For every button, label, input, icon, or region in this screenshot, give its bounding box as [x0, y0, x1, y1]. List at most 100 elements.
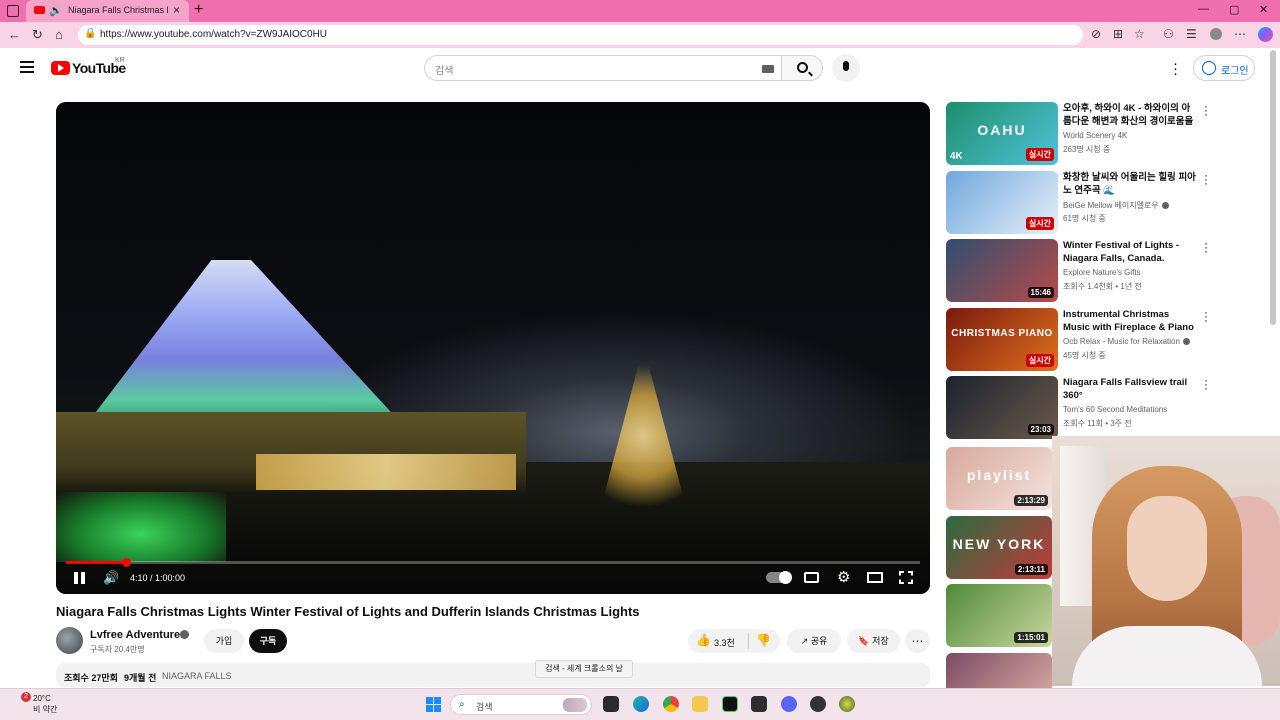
weather-description[interactable]: 비 약간 [33, 704, 57, 715]
extensions-icon[interactable]: ⚇ [1163, 27, 1174, 41]
recommendation-title[interactable]: Instrumental Christmas Music with Firepl… [1063, 308, 1197, 334]
scrubber-handle[interactable] [121, 558, 131, 567]
recommendation-item[interactable]: 23:03 Niagara Falls Fallsview trail 360° T… [946, 374, 1216, 440]
recommendation-channel[interactable]: Ocb Relax - Music for Relaxation [1063, 337, 1190, 346]
close-window-button[interactable]: ✕ [1259, 3, 1268, 16]
recommendation-thumbnail[interactable]: 15:46 [946, 239, 1058, 302]
webcam-overlay [1052, 436, 1280, 686]
search-input[interactable]: 검색 [424, 55, 782, 81]
recommendation-title[interactable]: Winter Festival of Lights - Niagara Fall… [1063, 239, 1197, 265]
channel-avatar[interactable] [56, 627, 83, 654]
youtube-logo-icon[interactable] [51, 61, 70, 75]
obs-app-icon[interactable] [810, 696, 826, 712]
hashtag-link[interactable]: NIAGARA FALLS [162, 671, 232, 681]
subtitles-icon[interactable] [804, 572, 819, 583]
recommendation-item[interactable]: OAHU 4K 실시간 오아후, 하와이 4K - 하와이의 아름다운 해변과 화산의… [946, 100, 1216, 166]
stack-app-icon[interactable] [751, 696, 767, 712]
recommendation-title[interactable]: Niagara Falls Fallsview trail 360° [1063, 376, 1197, 402]
theater-mode-icon[interactable] [867, 572, 883, 583]
search-button[interactable] [781, 55, 823, 81]
close-tab-icon[interactable]: × [173, 3, 180, 17]
recommendation-channel[interactable]: BeiGe Mellow 베이지멜로우 [1063, 200, 1169, 211]
join-button[interactable]: 가입 [204, 629, 244, 653]
recommendation-item[interactable]: 15:46 Winter Festival of Lights - Niagara… [946, 237, 1216, 303]
recommendation-item[interactable]: CHRISTMAS PIANO 실시간 Instrumental Christmas… [946, 306, 1216, 372]
keyboard-icon[interactable] [762, 65, 774, 73]
copilot-icon[interactable] [1258, 27, 1273, 42]
pause-icon[interactable] [74, 572, 86, 584]
recommendation-channel[interactable]: Explore Nature's Gifts [1063, 268, 1141, 277]
chrome-icon[interactable] [663, 696, 679, 712]
video-player[interactable]: 🔊 4:10 / 1:00:00 ⚙ [56, 102, 930, 594]
more-actions-button[interactable]: ⋯ [905, 629, 930, 653]
tab-actions-icon[interactable] [7, 5, 19, 17]
recommendation-thumbnail[interactable]: 23:03 [946, 376, 1058, 439]
url-text: https://www.youtube.com/watch?v=ZW9JAIOC… [100, 29, 328, 40]
channel-name[interactable]: Lvfree Adventures [90, 629, 186, 641]
address-bar[interactable]: 🔒 https://www.youtube.com/watch?v=ZW9JAI… [78, 25, 1083, 45]
weather-temperature[interactable]: 20°C [33, 694, 51, 703]
taskbar-search-input[interactable]: ⌕ 검색 [450, 694, 592, 715]
game-app-icon[interactable] [839, 696, 855, 712]
more-menu-icon[interactable]: ⋯ [1234, 27, 1246, 41]
recommendation-thumbnail[interactable]: 실시간 [946, 171, 1058, 234]
recommendation-item[interactable]: NEW YORK 2:13:11 [946, 516, 1052, 580]
recommendation-channel[interactable]: Tom's 60 Second Meditations [1063, 405, 1167, 414]
gear-icon[interactable]: ⚙ [837, 568, 850, 588]
terminal-app-icon[interactable] [722, 696, 738, 712]
recommendation-item[interactable]: playlist 2:13:29 [946, 447, 1052, 511]
progress-bar[interactable] [66, 561, 920, 564]
browser-tab[interactable]: 🔊 Niagara Falls Christmas Lights × [26, 0, 189, 22]
recommendation-title[interactable]: 오아후, 하와이 4K - 하와이의 아름다운 해변과 화산의 경이로움을 ..… [1063, 102, 1197, 128]
recommendation-thumbnail[interactable]: OAHU 4K 실시간 [946, 102, 1058, 165]
volume-icon[interactable]: 🔊 [103, 570, 119, 590]
voice-search-button[interactable] [832, 54, 860, 82]
recommendation-channel[interactable]: World Scenery 4K [1063, 131, 1127, 140]
settings-more-icon[interactable]: · · · [1173, 56, 1178, 81]
minimize-button[interactable]: — [1198, 3, 1209, 15]
task-view-icon[interactable] [603, 696, 619, 712]
login-button[interactable]: 로그인 [1193, 55, 1255, 81]
page-scrollbar[interactable] [1270, 50, 1276, 325]
recommendation-thumbnail[interactable]: CHRISTMAS PIANO 실시간 [946, 308, 1058, 371]
save-button[interactable]: 🔖 저장 [847, 629, 900, 653]
recommendation-more-icon[interactable]: · · · [1204, 306, 1208, 326]
subscribe-button[interactable]: 구독 [249, 629, 287, 653]
file-explorer-icon[interactable] [692, 696, 708, 712]
collections-icon[interactable]: ☰ [1186, 27, 1197, 41]
dislike-icon[interactable]: 👍 [756, 633, 771, 647]
favorite-star-icon[interactable]: ☆ [1134, 27, 1145, 41]
recommendation-more-icon[interactable]: · · · [1204, 374, 1208, 394]
autoplay-toggle[interactable] [766, 571, 792, 584]
speaker-icon[interactable]: 🔊 [49, 4, 63, 17]
back-arrow-icon[interactable]: ← [8, 27, 21, 42]
recommendation-thumbnail[interactable]: NEW YORK 2:13:11 [946, 516, 1052, 579]
discord-icon[interactable] [781, 696, 797, 712]
thumbnail-overlay-text: NEW YORK [952, 536, 1046, 552]
recommendation-thumbnail[interactable]: playlist 2:13:29 [946, 447, 1052, 510]
lock-icon[interactable]: 🔒 [84, 28, 96, 39]
new-tab-button[interactable]: + [194, 1, 203, 19]
profile-avatar[interactable] [1210, 28, 1222, 40]
tab-title: Niagara Falls Christmas Lights [68, 5, 168, 15]
edge-browser-icon[interactable] [633, 696, 649, 712]
weather-alert-badge[interactable]: 2 [21, 692, 31, 702]
recommendation-title[interactable]: 화창한 날씨와 어울리는 힐링 피아노 연주곡 🌊 [1063, 171, 1197, 197]
app-available-icon[interactable]: ⊞ [1113, 27, 1123, 41]
reload-icon[interactable]: ↻ [32, 27, 43, 43]
recommendation-thumbnail[interactable]: 1:15:01 [946, 584, 1052, 647]
home-icon[interactable]: ⌂ [55, 27, 63, 42]
translate-icon[interactable]: ⊘ [1091, 27, 1101, 41]
like-count[interactable]: 3.3천 [714, 636, 735, 649]
share-button[interactable]: ↗ 공유 [787, 629, 841, 653]
recommendation-item[interactable]: 1:15:01 [946, 584, 1052, 648]
description-box[interactable]: 조회수 27만회 9개월 전 NIAGARA FALLS [56, 663, 930, 687]
start-windows-icon[interactable] [426, 697, 441, 712]
like-icon[interactable]: 👍 [696, 633, 711, 647]
recommendation-more-icon[interactable]: · · · [1204, 169, 1208, 189]
recommendation-more-icon[interactable]: · · · [1204, 237, 1208, 257]
maximize-button[interactable]: ▢ [1229, 3, 1239, 16]
recommendation-item[interactable]: 실시간 화창한 날씨와 어울리는 힐링 피아노 연주곡 🌊 BeiGe Mellow… [946, 169, 1216, 235]
hamburger-menu-icon[interactable] [20, 61, 34, 76]
recommendation-more-icon[interactable]: · · · [1204, 100, 1208, 120]
